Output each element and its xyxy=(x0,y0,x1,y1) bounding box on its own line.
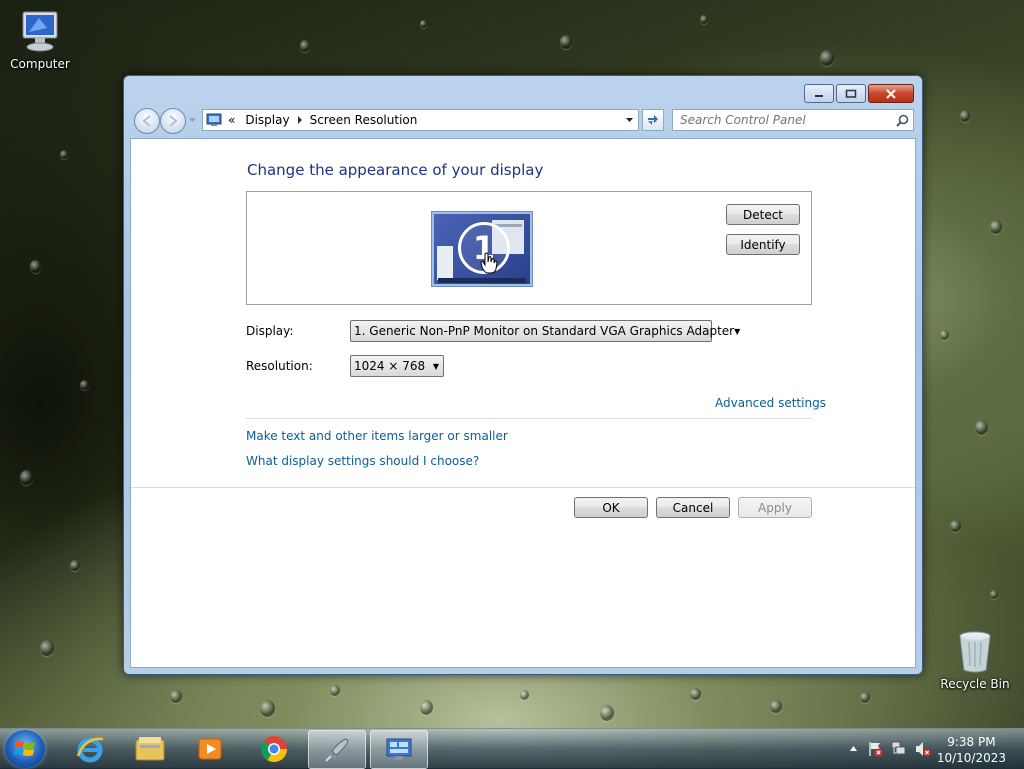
breadcrumb-overflow[interactable]: « xyxy=(228,113,235,127)
breadcrumb-display[interactable]: Display xyxy=(245,113,289,127)
taskbar-media-player[interactable] xyxy=(182,730,238,767)
address-bar-row: « Display Screen Resolution xyxy=(132,107,914,134)
internet-explorer-icon xyxy=(76,737,104,762)
display-select-value: 1. Generic Non-PnP Monitor on Standard V… xyxy=(354,324,735,338)
chevron-down-icon: ▼ xyxy=(734,326,741,336)
desktop-icon-label: Computer xyxy=(10,57,70,71)
refresh-icon xyxy=(648,115,658,125)
screen-resolution-window: « Display Screen Resolution Change the a… xyxy=(123,75,923,675)
desktop-icon-label: Recycle Bin xyxy=(940,677,1010,691)
content-pane: Change the appearance of your display 1 … xyxy=(130,138,916,668)
taskbar-rocket-app[interactable] xyxy=(308,730,366,769)
window-caption-buttons xyxy=(802,84,914,103)
refresh-button[interactable] xyxy=(642,109,664,131)
minimize-button[interactable] xyxy=(804,84,834,103)
breadcrumb-separator-icon[interactable] xyxy=(297,116,303,124)
display-settings-icon xyxy=(386,738,412,760)
search-input[interactable] xyxy=(673,112,892,128)
breadcrumb-screen-resolution[interactable]: Screen Resolution xyxy=(310,113,418,127)
media-player-icon xyxy=(198,738,222,759)
divider xyxy=(246,418,812,419)
windows-logo-icon xyxy=(14,741,35,756)
address-bar[interactable]: « Display Screen Resolution xyxy=(202,109,639,131)
chevron-down-icon: ▼ xyxy=(432,361,440,371)
display-select[interactable]: 1. Generic Non-PnP Monitor on Standard V… xyxy=(350,320,740,342)
page-title: Change the appearance of your display xyxy=(247,161,544,179)
folder-icon xyxy=(135,736,165,760)
display-label: Display: xyxy=(246,324,294,338)
desktop-icon-recycle-bin[interactable]: Recycle Bin xyxy=(935,630,1015,691)
ok-button[interactable]: OK xyxy=(574,497,648,518)
taskbar: 9:38 PM 10/10/2023 xyxy=(0,728,1024,769)
hand-cursor-icon xyxy=(480,252,498,274)
cancel-button[interactable]: Cancel xyxy=(656,497,730,518)
desktop-icon-computer[interactable]: Computer xyxy=(0,10,80,71)
apply-button[interactable]: Apply xyxy=(738,497,812,518)
detect-button[interactable]: Detect xyxy=(726,204,800,225)
resolution-select-value: 1024 × 768 xyxy=(354,359,426,373)
network-icon[interactable] xyxy=(891,741,907,757)
display-preview-area: 1 Detect Identify xyxy=(246,191,812,305)
resolution-label: Resolution: xyxy=(246,359,313,373)
taskbar-internet-explorer[interactable] xyxy=(62,730,118,767)
volume-muted-icon[interactable] xyxy=(915,741,931,757)
system-tray: 9:38 PM 10/10/2023 xyxy=(839,729,1024,769)
text-size-link[interactable]: Make text and other items larger or smal… xyxy=(246,429,508,443)
resolution-select[interactable]: 1024 × 768 ▼ xyxy=(350,355,444,377)
forward-button[interactable] xyxy=(160,108,186,134)
search-icon[interactable] xyxy=(896,114,909,127)
computer-icon xyxy=(22,11,58,52)
taskbar-control-panel[interactable] xyxy=(370,730,428,769)
action-center-flag-icon[interactable] xyxy=(867,741,883,757)
monitor-1-tile[interactable]: 1 xyxy=(431,211,533,287)
close-button[interactable] xyxy=(868,84,914,103)
display-help-link[interactable]: What display settings should I choose? xyxy=(246,454,479,468)
taskbar-file-explorer[interactable] xyxy=(122,730,178,767)
address-dropdown-icon[interactable] xyxy=(625,117,634,123)
taskbar-chrome[interactable] xyxy=(246,730,302,767)
rocket-icon xyxy=(325,737,349,762)
chrome-icon xyxy=(260,735,288,762)
minimize-icon xyxy=(815,94,823,97)
clock[interactable]: 9:38 PM 10/10/2023 xyxy=(937,734,1006,766)
back-button[interactable] xyxy=(134,108,160,134)
clock-date: 10/10/2023 xyxy=(936,751,1006,765)
close-icon xyxy=(886,88,896,99)
advanced-settings-link[interactable]: Advanced settings xyxy=(715,396,826,410)
back-arrow-icon xyxy=(142,115,151,127)
maximize-button[interactable] xyxy=(836,84,866,103)
show-hidden-icons-icon[interactable] xyxy=(849,745,858,752)
identify-button[interactable]: Identify xyxy=(726,234,800,255)
search-box xyxy=(672,109,914,131)
recycle-bin-icon xyxy=(959,631,991,673)
maximize-icon xyxy=(845,89,857,98)
divider xyxy=(131,487,915,488)
start-button[interactable] xyxy=(5,730,45,768)
forward-arrow-icon xyxy=(169,115,178,127)
control-panel-icon xyxy=(206,113,222,126)
recent-pages-dropdown-icon[interactable] xyxy=(188,117,197,123)
clock-time: 9:38 PM xyxy=(947,735,996,749)
